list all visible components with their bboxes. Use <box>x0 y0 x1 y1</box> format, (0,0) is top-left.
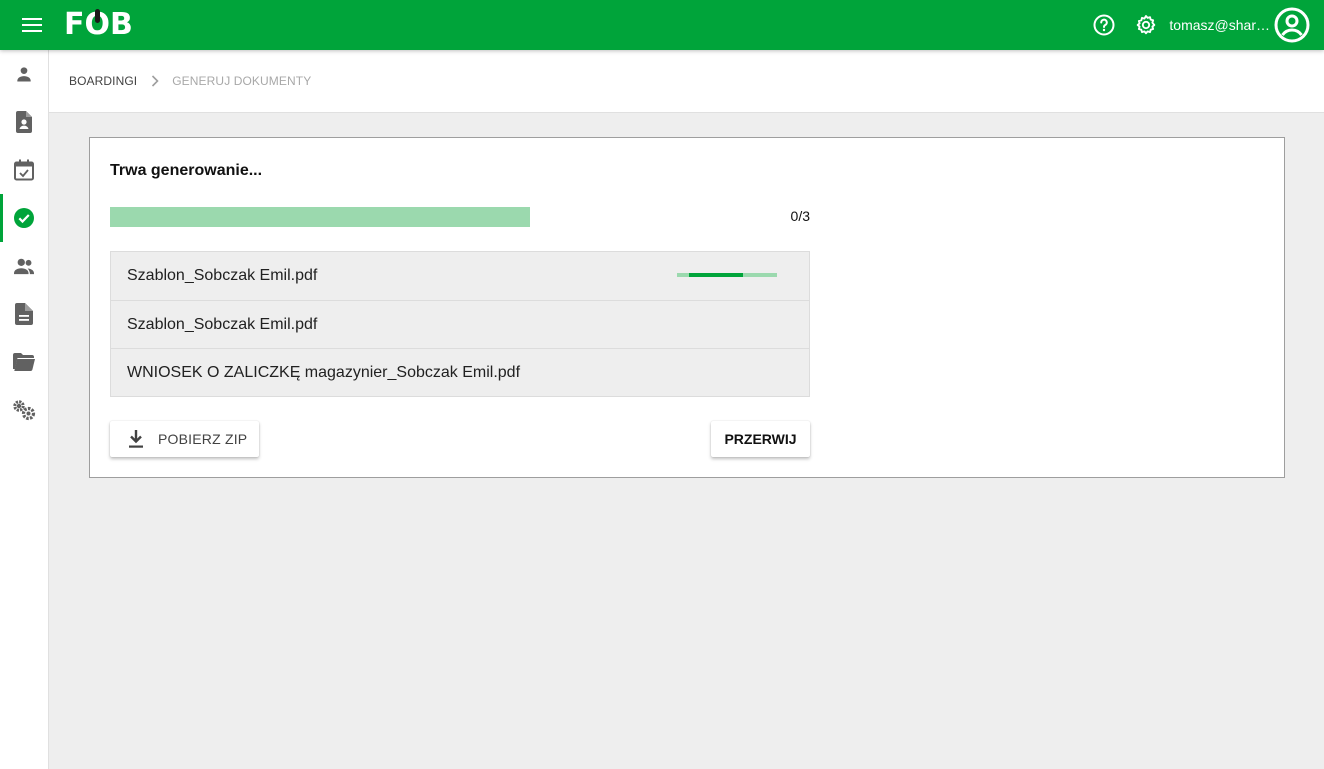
breadcrumb: BOARDINGI GENERUJ DOKUMENTY <box>49 50 1324 113</box>
overall-progress-bar <box>110 207 530 227</box>
gears-icon <box>13 400 36 421</box>
progress-count: 0/3 <box>790 208 810 224</box>
list-item: Szablon_Sobczak Emil.pdf <box>111 252 809 300</box>
generation-title: Trwa generowanie... <box>110 162 263 179</box>
sidebar-item-contacts[interactable] <box>0 98 48 146</box>
file-list: Szablon_Sobczak Emil.pdf Szablon_Sobczak… <box>110 251 810 397</box>
list-item: WNIOSEK O ZALICZKĘ magazynier_Sobczak Em… <box>111 348 809 396</box>
top-app-bar: FOB tomasz@shar… <box>0 0 1324 50</box>
file-name: Szablon_Sobczak Emil.pdf <box>127 315 318 333</box>
check-circle-icon <box>14 208 34 228</box>
contact-document-icon <box>16 111 32 133</box>
list-item: Szablon_Sobczak Emil.pdf <box>111 300 809 348</box>
sidebar-item-users[interactable] <box>0 50 48 98</box>
file-name: WNIOSEK O ZALICZKĘ magazynier_Sobczak Em… <box>127 363 521 381</box>
people-icon <box>14 258 34 275</box>
logo-letter-b: B <box>110 7 133 42</box>
cancel-button[interactable]: PRZERWIJ <box>711 421 810 457</box>
document-icon <box>15 303 33 325</box>
sidebar <box>0 50 49 769</box>
file-progress-indicator <box>677 273 777 277</box>
gear-icon[interactable] <box>1133 12 1159 38</box>
sidebar-item-files[interactable] <box>0 338 48 386</box>
folder-open-icon <box>13 353 35 371</box>
sidebar-item-documents[interactable] <box>0 290 48 338</box>
generation-card: Trwa generowanie... 0/3 Szablon_Sobczak … <box>89 137 1285 478</box>
sidebar-item-calendar[interactable] <box>0 146 48 194</box>
person-icon <box>17 67 31 82</box>
breadcrumb-boardings[interactable]: BOARDINGI <box>69 74 137 88</box>
sidebar-item-boardings[interactable] <box>0 194 48 242</box>
account-circle-icon[interactable] <box>1274 7 1310 43</box>
chevron-right-icon <box>151 75 159 87</box>
breadcrumb-generate-documents: GENERUJ DOKUMENTY <box>172 74 312 88</box>
sidebar-item-groups[interactable] <box>0 242 48 290</box>
download-zip-label: POBIERZ ZIP <box>158 431 248 447</box>
user-email[interactable]: tomasz@shar… <box>1169 17 1270 33</box>
download-zip-button[interactable]: POBIERZ ZIP <box>110 421 259 457</box>
help-circle-icon[interactable] <box>1091 12 1117 38</box>
logo-letter-f: F <box>64 7 85 42</box>
file-name: Szablon_Sobczak Emil.pdf <box>127 267 318 284</box>
download-icon <box>128 430 144 448</box>
sidebar-item-settings[interactable] <box>0 386 48 434</box>
calendar-check-icon <box>14 159 34 181</box>
logo-letter-o: O <box>84 7 111 42</box>
app-logo[interactable]: FOB <box>64 7 133 42</box>
menu-icon[interactable] <box>16 13 48 37</box>
